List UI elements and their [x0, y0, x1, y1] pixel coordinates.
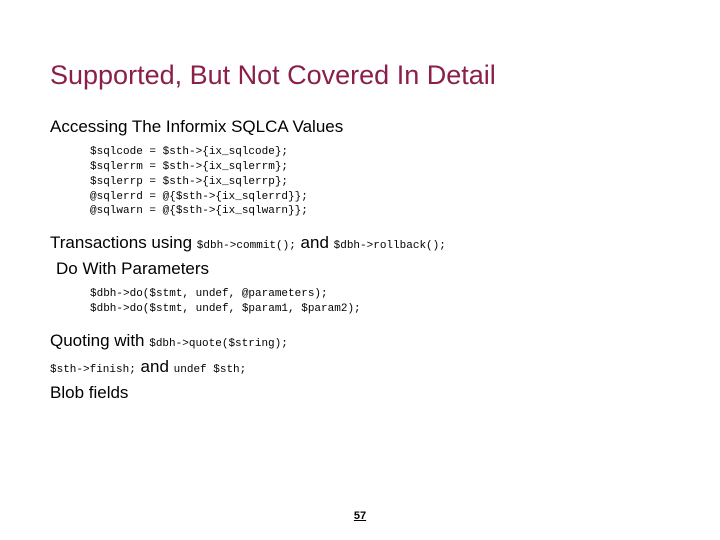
quoting-pre: Quoting with [50, 331, 149, 350]
page-number: 57 [0, 510, 720, 522]
finish-code: $sth->finish; [50, 364, 136, 376]
finish-line: $sth->finish; and undef $sth; [50, 357, 670, 377]
sqlca-code: $sqlcode = $sth->{ix_sqlcode}; $sqlerrm … [90, 145, 670, 219]
page-title: Supported, But Not Covered In Detail [50, 60, 670, 91]
do-params-heading: Do With Parameters [56, 259, 670, 279]
sqlca-heading: Accessing The Informix SQLCA Values [50, 117, 670, 137]
blob-heading: Blob fields [50, 383, 670, 403]
transactions-line: Transactions using $dbh->commit(); and $… [50, 233, 670, 253]
quote-code: $dbh->quote($string); [149, 338, 288, 350]
transactions-pre: Transactions using [50, 233, 197, 252]
transactions-mid: and [296, 233, 334, 252]
slide: Supported, But Not Covered In Detail Acc… [0, 0, 720, 431]
rollback-code: $dbh->rollback(); [334, 240, 446, 252]
undef-code: undef $sth; [174, 364, 247, 376]
do-params-code: $dbh->do($stmt, undef, @parameters); $db… [90, 287, 670, 317]
finish-mid: and [136, 357, 174, 376]
quoting-line: Quoting with $dbh->quote($string); [50, 331, 670, 351]
commit-code: $dbh->commit(); [197, 240, 296, 252]
